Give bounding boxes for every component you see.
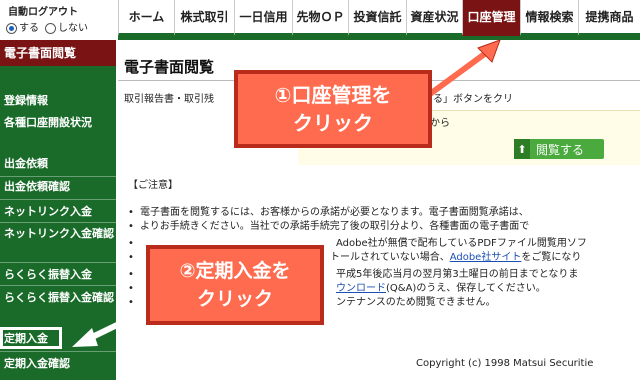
callout-2-line2: クリック bbox=[196, 288, 273, 310]
top-nav: ホーム 株式取引 一日信用 先物ＯＰ 投資信託 資産状況 口座管理 情報検索 提… bbox=[118, 0, 640, 36]
tab-stock-trading[interactable]: 株式取引 bbox=[174, 0, 234, 36]
notice-text: 平成5年後応当月の翌月第3土曜日の前日までとなりま bbox=[336, 269, 579, 280]
page-title: 電子書面閲覧 bbox=[124, 58, 215, 76]
sidebar-separator bbox=[0, 262, 116, 263]
sidebar-item-withdrawal-confirm[interactable]: 出金依頼確認 bbox=[4, 179, 116, 195]
notice-text: Adobe社が無償で配布しているPDFファイル閲覧用ソフ bbox=[336, 238, 587, 249]
sidebar-item-rakuraku-transfer-confirm[interactable]: らくらく振替入金確認 bbox=[4, 290, 116, 306]
notice-heading: 【ご注意】 bbox=[128, 180, 178, 191]
callout-account-management: ①口座管理を クリック bbox=[234, 70, 432, 148]
callout-1-line1: ①口座管理を bbox=[274, 83, 392, 107]
radio-selected-icon[interactable] bbox=[6, 22, 17, 34]
notice-text: 電子書面を閲覧するには、お客様からの承諾が必要となります。電子書面閲覧承諾は、 bbox=[140, 207, 529, 218]
tab-investment-trust[interactable]: 投資信託 bbox=[348, 0, 406, 36]
notice-text: ンテナンスのため閲覧できません。 bbox=[336, 297, 496, 308]
logout-off-label: しない bbox=[58, 23, 88, 34]
callout-2-line1: ②定期入金を bbox=[179, 260, 291, 282]
view-button[interactable]: ⬆ 閲覧する bbox=[514, 139, 604, 159]
radio-empty-icon[interactable] bbox=[45, 22, 56, 34]
sidebar-separator bbox=[0, 176, 116, 177]
adobe-site-link[interactable]: Adobe社サイト bbox=[450, 252, 522, 263]
auto-logout-options: する しない bbox=[6, 19, 88, 34]
tab-futures-options[interactable]: 先物ＯＰ bbox=[292, 0, 348, 36]
tab-info-search[interactable]: 情報検索 bbox=[520, 0, 578, 36]
intro-text-left: 取引報告書・取引残 bbox=[124, 94, 214, 105]
sidebar-item-e-document[interactable]: 電子書面閲覧 bbox=[0, 40, 116, 66]
logout-on-option[interactable]: する bbox=[6, 19, 39, 34]
view-button-label: 閲覧する bbox=[536, 142, 585, 157]
notice-text: トールされていない場合、 bbox=[330, 252, 450, 263]
callout-fixed-deposit: ②定期入金を クリック bbox=[146, 245, 324, 325]
tab-day-margin[interactable]: 一日信用 bbox=[234, 0, 292, 36]
sidebar-separator bbox=[0, 222, 116, 223]
tab-home[interactable]: ホーム bbox=[118, 0, 174, 36]
sidebar-item-netlink-deposit[interactable]: ネットリンク入金 bbox=[4, 204, 116, 220]
sidebar-separator bbox=[0, 351, 116, 352]
notice-item: 電子書面を閲覧するには、お客様からの承諾が必要となります。電子書面閲覧承諾は、 bbox=[128, 206, 640, 220]
sidebar-item-fixed-deposit-confirm[interactable]: 定期入金確認 bbox=[4, 356, 116, 372]
sidebar-item-netlink-deposit-confirm[interactable]: ネットリンク入金確認 bbox=[4, 226, 116, 242]
notice-text: (Q&A)のうえ、保存してください。 bbox=[386, 283, 546, 294]
tab-account-management[interactable]: 口座管理 bbox=[462, 0, 520, 36]
logout-off-option[interactable]: しない bbox=[45, 19, 88, 34]
sidebar-item-rakuraku-transfer[interactable]: らくらく振替入金 bbox=[4, 267, 116, 283]
sidebar: 電子書面閲覧 登録情報 各種口座開設状況 出金依頼 出金依頼確認 ネットリンク入… bbox=[0, 40, 116, 380]
logout-on-label: する bbox=[19, 23, 39, 34]
sidebar-item-account-status[interactable]: 各種口座開設状況 bbox=[4, 115, 116, 131]
notice-text: をご覧になり bbox=[521, 252, 582, 263]
download-link[interactable]: ウンロード bbox=[336, 283, 386, 294]
copyright: Copyright (c) 1998 Matsui Securitie bbox=[416, 358, 594, 369]
notice-item-continuation: よりお手続きください。当社での承諾手続完了後の取引分より、各種書面の電子書面で bbox=[128, 220, 640, 234]
fixed-deposit-highlight-box bbox=[0, 327, 62, 349]
upload-arrow-icon: ⬆ bbox=[514, 139, 530, 159]
intro-text-line2: から bbox=[430, 118, 450, 129]
sidebar-separator bbox=[0, 285, 116, 286]
callout-1-line2: クリック bbox=[293, 111, 373, 135]
sidebar-item-withdrawal[interactable]: 出金依頼 bbox=[4, 156, 116, 172]
sidebar-separator bbox=[0, 199, 116, 200]
auto-logout-label: 自動ログアウト bbox=[8, 7, 78, 18]
tab-asset-status[interactable]: 資産状況 bbox=[406, 0, 462, 36]
notice-text: よりお手続きください。当社での承諾手続完了後の取引分より、各種書面の電子書面で bbox=[140, 221, 530, 232]
tab-partner-products[interactable]: 提携商品 bbox=[578, 0, 640, 36]
sidebar-item-registration[interactable]: 登録情報 bbox=[4, 93, 116, 109]
auto-logout-panel: 自動ログアウト する しない bbox=[0, 0, 118, 36]
